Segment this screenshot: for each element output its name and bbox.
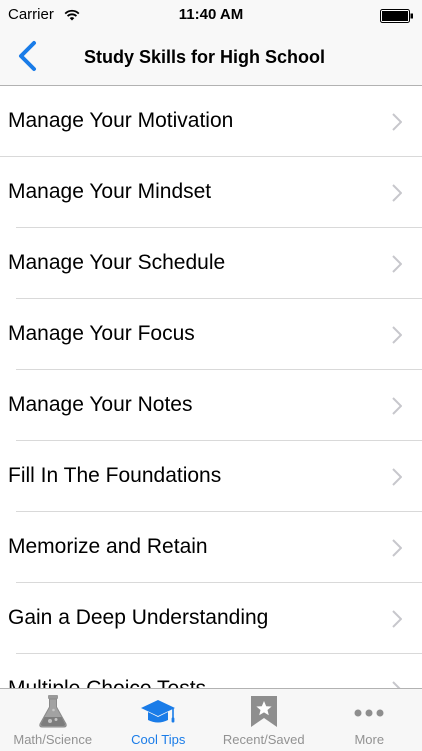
list-item[interactable]: Multiple Choice Tests: [0, 654, 422, 688]
tab-more[interactable]: More: [317, 689, 422, 751]
list-item-label: Multiple Choice Tests: [8, 677, 206, 688]
list-item[interactable]: Manage Your Notes: [0, 370, 422, 441]
tab-label: More: [317, 732, 422, 747]
list-item-label: Gain a Deep Understanding: [8, 606, 268, 630]
chevron-right-icon: [392, 326, 402, 344]
list-item[interactable]: Fill In The Foundations: [0, 441, 422, 512]
graduation-cap-icon: [138, 693, 178, 729]
tab-label: Cool Tips: [106, 732, 212, 747]
list-item-label: Manage Your Motivation: [8, 109, 233, 133]
list-item-label: Fill In The Foundations: [8, 464, 221, 488]
tab-label: Recent/Saved: [211, 732, 317, 747]
tips-list[interactable]: Manage Your Motivation Manage Your Minds…: [0, 86, 422, 688]
list-item[interactable]: Manage Your Motivation: [0, 86, 422, 157]
tab-math-science[interactable]: Math/Science: [0, 689, 106, 751]
chevron-right-icon: [392, 184, 402, 202]
chevron-left-icon: [10, 38, 44, 74]
list-item[interactable]: Manage Your Focus: [0, 299, 422, 370]
list-item-label: Memorize and Retain: [8, 535, 208, 559]
chevron-right-icon: [392, 681, 402, 688]
page-title: Study Skills for High School: [84, 47, 325, 68]
back-button[interactable]: [10, 38, 44, 74]
bookmark-icon: [244, 693, 284, 729]
chevron-right-icon: [392, 255, 402, 273]
list-item[interactable]: Manage Your Mindset: [0, 157, 422, 228]
chevron-right-icon: [392, 113, 402, 131]
tab-bar: Math/Science Cool Tips Recent/Saved More: [0, 688, 422, 751]
chevron-right-icon: [392, 610, 402, 628]
chevron-right-icon: [392, 397, 402, 415]
list-item[interactable]: Memorize and Retain: [0, 512, 422, 583]
status-bar: Carrier 11:40 AM: [0, 0, 422, 30]
tab-label: Math/Science: [0, 732, 106, 747]
status-time: 11:40 AM: [0, 6, 422, 23]
list-item[interactable]: Gain a Deep Understanding: [0, 583, 422, 654]
tab-recent-saved[interactable]: Recent/Saved: [211, 689, 317, 751]
list-item-label: Manage Your Mindset: [8, 180, 211, 204]
battery-icon: [380, 9, 414, 23]
list-item-label: Manage Your Focus: [8, 322, 195, 346]
tab-cool-tips[interactable]: Cool Tips: [106, 689, 212, 751]
list-item-label: Manage Your Schedule: [8, 251, 225, 275]
chevron-right-icon: [392, 539, 402, 557]
navigation-bar: Study Skills for High School: [0, 30, 422, 86]
more-dots-icon: [349, 693, 389, 729]
flask-icon: [33, 693, 73, 729]
list-item[interactable]: Manage Your Schedule: [0, 228, 422, 299]
chevron-right-icon: [392, 468, 402, 486]
list-item-label: Manage Your Notes: [8, 393, 192, 417]
